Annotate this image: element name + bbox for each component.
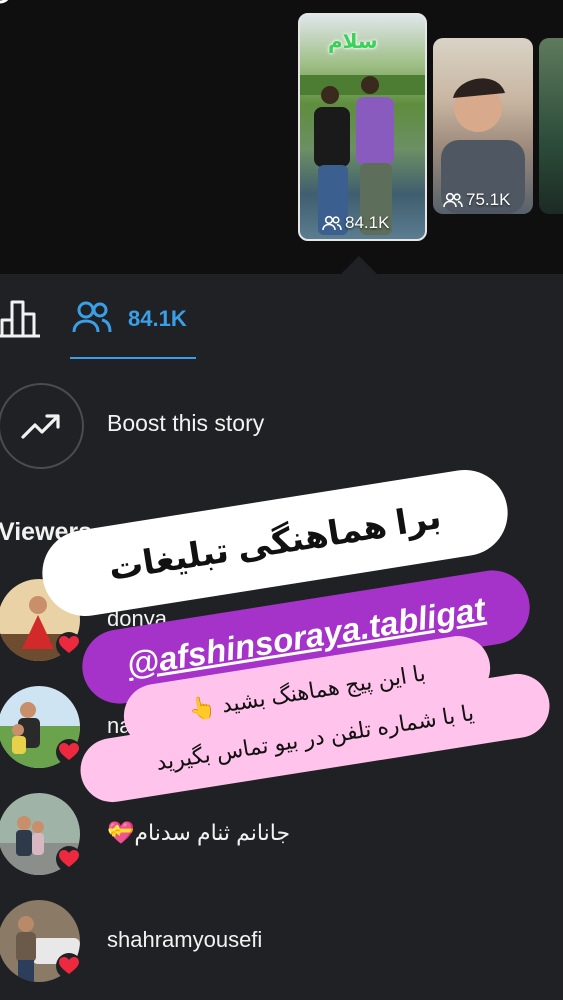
tab-viewers[interactable]: 84.1K [70,296,196,358]
liked-heart-icon [56,632,82,658]
settings-icon[interactable] [0,0,26,14]
viewer-row[interactable]: جانانم ثنام سدنام💝 [0,793,563,893]
trending-up-icon [21,414,60,439]
story-overlay-text: سلام [328,31,378,53]
story-strip: سلام 84.1K 75.1K [0,0,563,274]
selected-story-pointer [341,256,377,274]
bar-chart-icon[interactable] [0,298,42,338]
story-view-count: 84.1K [322,213,389,233]
viewer-username[interactable]: shahramyousefi [107,927,262,953]
story-thumbnail[interactable]: 75.1K [433,38,533,214]
tab-active-indicator [70,357,196,359]
boost-label[interactable]: Boost this story [107,410,264,437]
story-photo [441,78,525,214]
boost-button[interactable] [0,383,84,469]
people-icon [443,192,463,208]
story-thumbnail-current[interactable]: سلام 84.1K [298,13,427,241]
liked-heart-icon [56,739,82,765]
viewer-row[interactable]: shahramyousefi [0,900,563,1000]
viewer-username[interactable]: جانانم ثنام سدنام💝 [107,820,290,846]
liked-heart-icon [56,846,82,872]
people-icon [72,301,112,333]
viewers-count: 84.1K [128,306,187,331]
story-thumbnail[interactable] [539,38,563,214]
gift-heart-emoji: 💝 [107,820,135,845]
liked-heart-icon [56,953,82,979]
people-icon [322,215,342,231]
story-view-count: 75.1K [443,190,510,210]
